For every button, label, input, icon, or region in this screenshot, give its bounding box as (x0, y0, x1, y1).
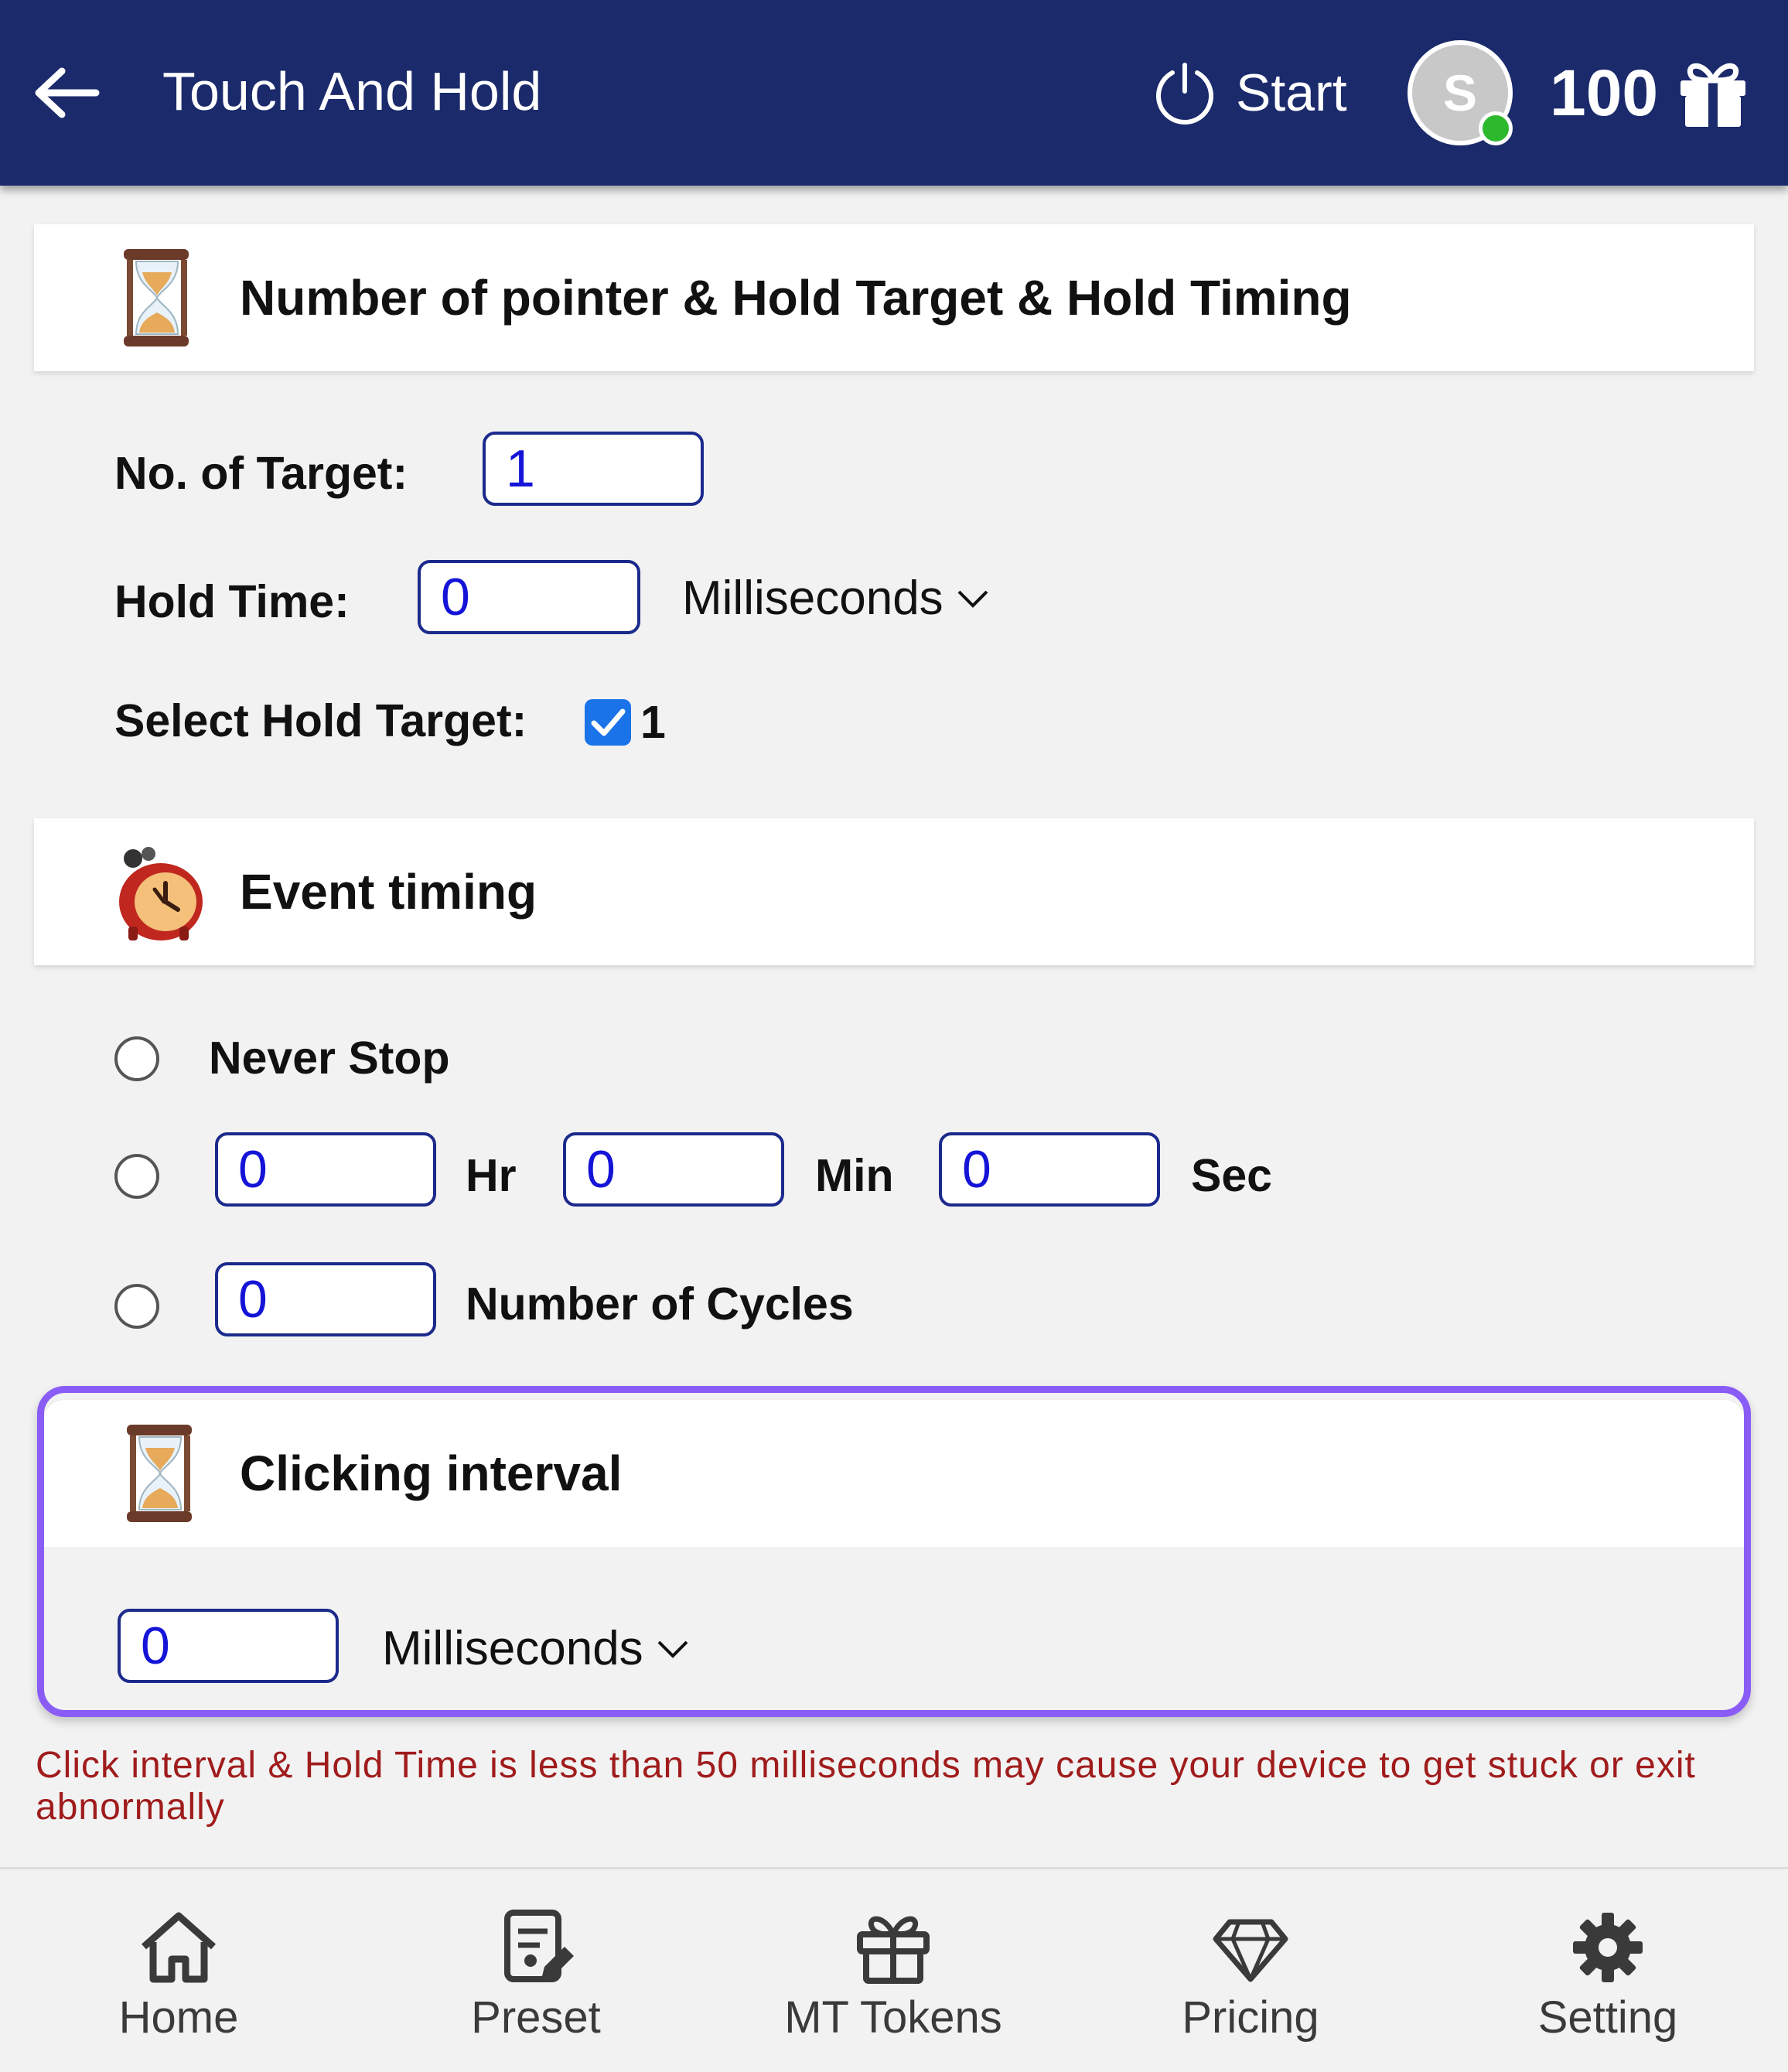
token-count: 100 (1550, 56, 1659, 129)
nav-preset[interactable]: Preset (357, 1869, 715, 2072)
clicking-interval-header: Clicking interval (43, 1400, 1745, 1547)
interval-input[interactable] (118, 1609, 339, 1683)
preset-icon (504, 1910, 574, 1982)
start-label: Start (1236, 63, 1347, 122)
chevron-down-icon (957, 590, 988, 608)
gear-icon (1573, 1913, 1643, 1982)
nav-pricing[interactable]: Pricing (1072, 1869, 1429, 2072)
duration-radio[interactable] (114, 1154, 159, 1199)
start-button[interactable]: Start (1152, 54, 1347, 131)
event-timing-header: Event timing (34, 818, 1754, 965)
nav-setting-label: Setting (1537, 1992, 1678, 2043)
nav-mt-tokens[interactable]: MT Tokens (715, 1869, 1072, 2072)
clicking-interval-title: Clicking interval (240, 1446, 623, 1501)
nav-preset-label: Preset (471, 1992, 601, 2043)
target-count-label: No. of Target: (114, 448, 408, 499)
hold-time-unit-label: Milliseconds (682, 572, 943, 625)
hold-target-checkbox[interactable] (585, 699, 631, 746)
gift-icon[interactable] (1674, 54, 1752, 131)
hold-target-item-label: 1 (640, 697, 666, 748)
hold-time-unit-select[interactable]: Milliseconds (682, 571, 990, 626)
event-timing-title: Event timing (240, 864, 537, 920)
chevron-down-icon (657, 1640, 688, 1658)
bottom-navigation: Home Preset MT Tokens Pricing Setting (0, 1867, 1788, 2072)
target-count-input[interactable] (483, 432, 704, 506)
interval-unit-select[interactable]: Milliseconds (382, 1621, 690, 1676)
hold-time-label: Hold Time: (114, 576, 350, 627)
nav-pricing-label: Pricing (1182, 1992, 1319, 2043)
warning-text: Click interval & Hold Time is less than … (36, 1745, 1696, 1828)
never-stop-radio[interactable] (114, 1036, 159, 1081)
pointer-section-title: Number of pointer & Hold Target & Hold T… (240, 270, 1352, 326)
cycles-input[interactable] (215, 1262, 436, 1336)
seconds-label: Sec (1191, 1150, 1272, 1201)
diamond-icon (1213, 1919, 1288, 1982)
nav-mt-tokens-label: MT Tokens (784, 1992, 1002, 2043)
never-stop-label: Never Stop (209, 1033, 450, 1084)
power-icon (1156, 63, 1213, 125)
select-hold-target-label: Select Hold Target: (114, 695, 527, 746)
online-status-dot (1479, 111, 1513, 145)
checkmark-icon (591, 708, 626, 736)
interval-unit-label: Milliseconds (382, 1622, 643, 1675)
app-header: Touch And Hold Start S 100 (0, 0, 1788, 186)
hours-input[interactable] (215, 1132, 436, 1207)
minutes-label: Min (815, 1150, 894, 1201)
nav-home[interactable]: Home (0, 1869, 357, 2072)
minutes-input[interactable] (563, 1132, 784, 1207)
alarm-clock-icon (101, 835, 213, 948)
seconds-input[interactable] (939, 1132, 1160, 1207)
home-icon (142, 1912, 216, 1983)
hourglass-icon (101, 241, 213, 354)
nav-home-label: Home (118, 1992, 239, 2043)
nav-setting[interactable]: Setting (1429, 1869, 1786, 2072)
hold-time-input[interactable] (418, 560, 640, 634)
cycles-radio[interactable] (114, 1284, 159, 1329)
hourglass-icon (104, 1417, 217, 1530)
pointer-section-header: Number of pointer & Hold Target & Hold T… (34, 224, 1754, 371)
page-title: Touch And Hold (162, 61, 542, 121)
cycles-label: Number of Cycles (466, 1278, 854, 1330)
gift-icon (857, 1916, 930, 1984)
back-arrow-icon[interactable] (28, 54, 105, 131)
hours-label: Hr (466, 1150, 517, 1201)
